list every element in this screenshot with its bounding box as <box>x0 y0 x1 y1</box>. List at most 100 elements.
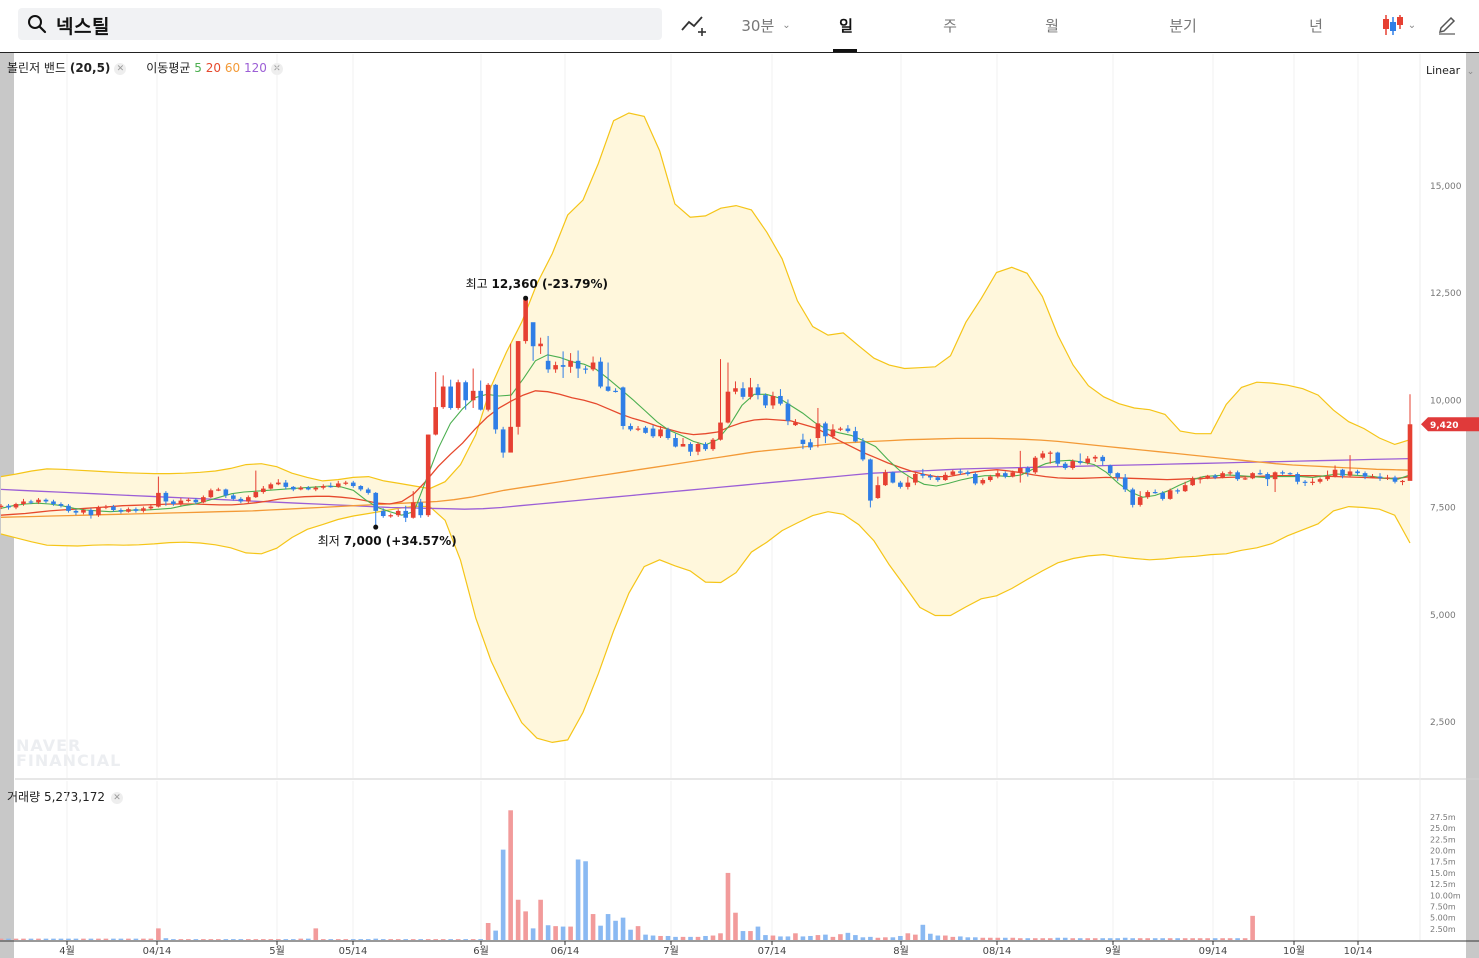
volume-bar <box>845 932 851 940</box>
candle-body <box>246 497 251 502</box>
date-tick-label: 5월 <box>269 945 285 957</box>
high-marker <box>523 295 529 301</box>
candle-body <box>358 486 364 490</box>
candle-body <box>1392 477 1398 482</box>
volume-bar <box>328 939 334 940</box>
candle <box>478 380 483 411</box>
candle-body <box>785 403 791 421</box>
volume-bar <box>193 939 199 940</box>
candle-body <box>156 492 161 507</box>
candle-body <box>628 425 633 430</box>
candle-body <box>305 487 311 490</box>
candle-body <box>987 476 993 481</box>
volume-bar <box>156 928 161 940</box>
candle <box>1032 456 1038 475</box>
candle-body <box>1160 492 1165 499</box>
volume-bar <box>365 939 371 940</box>
volume-bar <box>231 939 236 940</box>
volume-bar <box>103 938 109 940</box>
candle-body <box>126 509 131 512</box>
volume-bar <box>305 938 311 940</box>
volume-bar <box>763 935 768 940</box>
volume-bar <box>0 938 4 940</box>
volume-bar <box>111 938 116 940</box>
volume-bar <box>1122 937 1128 940</box>
volume-tick-label: 25.0m <box>1430 824 1456 833</box>
candle-body <box>43 499 49 502</box>
volume-bar <box>778 936 783 940</box>
volume-bar <box>320 939 326 940</box>
volume-bar <box>171 939 176 940</box>
candle-body <box>1085 458 1091 463</box>
candle <box>448 379 453 410</box>
candle-body <box>958 471 963 473</box>
volume-bar <box>875 937 881 940</box>
date-tick-label: 04/14 <box>143 946 172 957</box>
volume-bar <box>358 939 364 940</box>
candle-body <box>1190 479 1195 486</box>
candle <box>463 380 468 410</box>
volume-bar <box>1130 938 1136 940</box>
volume-bar <box>958 936 963 940</box>
candle-body <box>980 480 986 484</box>
price-tick-label: 10,000 <box>1430 396 1462 406</box>
volume-bar <box>1235 938 1240 940</box>
volume-bar <box>246 939 251 940</box>
candle <box>485 383 491 412</box>
price-tick-label: 7,500 <box>1430 504 1456 514</box>
candle <box>868 458 873 508</box>
candle-body <box>463 382 468 401</box>
volume-bar <box>1062 937 1068 940</box>
candle-body <box>163 492 169 502</box>
volume-bar <box>943 935 948 940</box>
candle-body <box>703 443 708 450</box>
volume-bar <box>1070 938 1076 940</box>
volume-bar <box>568 926 573 940</box>
volume-tick-label: 2.50m <box>1430 925 1456 934</box>
volume-bar <box>1017 938 1023 940</box>
volume-tick-label: 20.0m <box>1430 847 1456 856</box>
candle-body <box>605 386 611 391</box>
volume-bar <box>448 939 453 940</box>
candle-body <box>718 422 723 440</box>
volume-bar <box>96 938 101 940</box>
candle <box>440 375 446 409</box>
volume-bar <box>665 935 671 940</box>
volume-bar <box>1227 938 1233 940</box>
volume-bar <box>283 939 289 940</box>
volume-tick-label: 10.00m <box>1430 891 1461 900</box>
candle-body <box>343 482 349 484</box>
candle-body <box>1107 465 1113 474</box>
volume-bar <box>545 925 551 940</box>
candle-body <box>238 498 244 502</box>
date-tick-label: 8월 <box>893 945 909 957</box>
candle-body <box>58 504 64 506</box>
volume-bar <box>208 939 214 940</box>
volume-bar <box>725 872 731 940</box>
volume-bar <box>238 939 244 940</box>
candle <box>1407 394 1413 481</box>
candle-body <box>1242 478 1248 480</box>
candle-body <box>418 502 424 516</box>
volume-bar <box>538 899 543 940</box>
volume-bar <box>1025 938 1031 940</box>
volume-bar <box>635 926 641 940</box>
candle-body <box>1227 472 1233 474</box>
volume-bar <box>515 899 521 940</box>
candle-body <box>103 506 109 508</box>
candle-body <box>141 508 146 511</box>
volume-bar <box>628 929 633 940</box>
volume-bar <box>718 933 723 940</box>
candle-body <box>283 482 289 487</box>
candle-body <box>455 382 461 408</box>
candle-body <box>763 395 768 406</box>
price-chart[interactable]: 최고 12,360 (-23.79%) 최저 7,000 (+34.57%) 15,… <box>0 0 1479 958</box>
volume-bar <box>755 926 761 940</box>
candle-body <box>1092 456 1098 459</box>
candle <box>665 427 671 440</box>
candle-body <box>96 507 101 516</box>
candle-body <box>545 360 551 370</box>
candle-body <box>1310 481 1315 483</box>
volume-bar <box>470 939 476 940</box>
volume-bar <box>808 935 813 940</box>
